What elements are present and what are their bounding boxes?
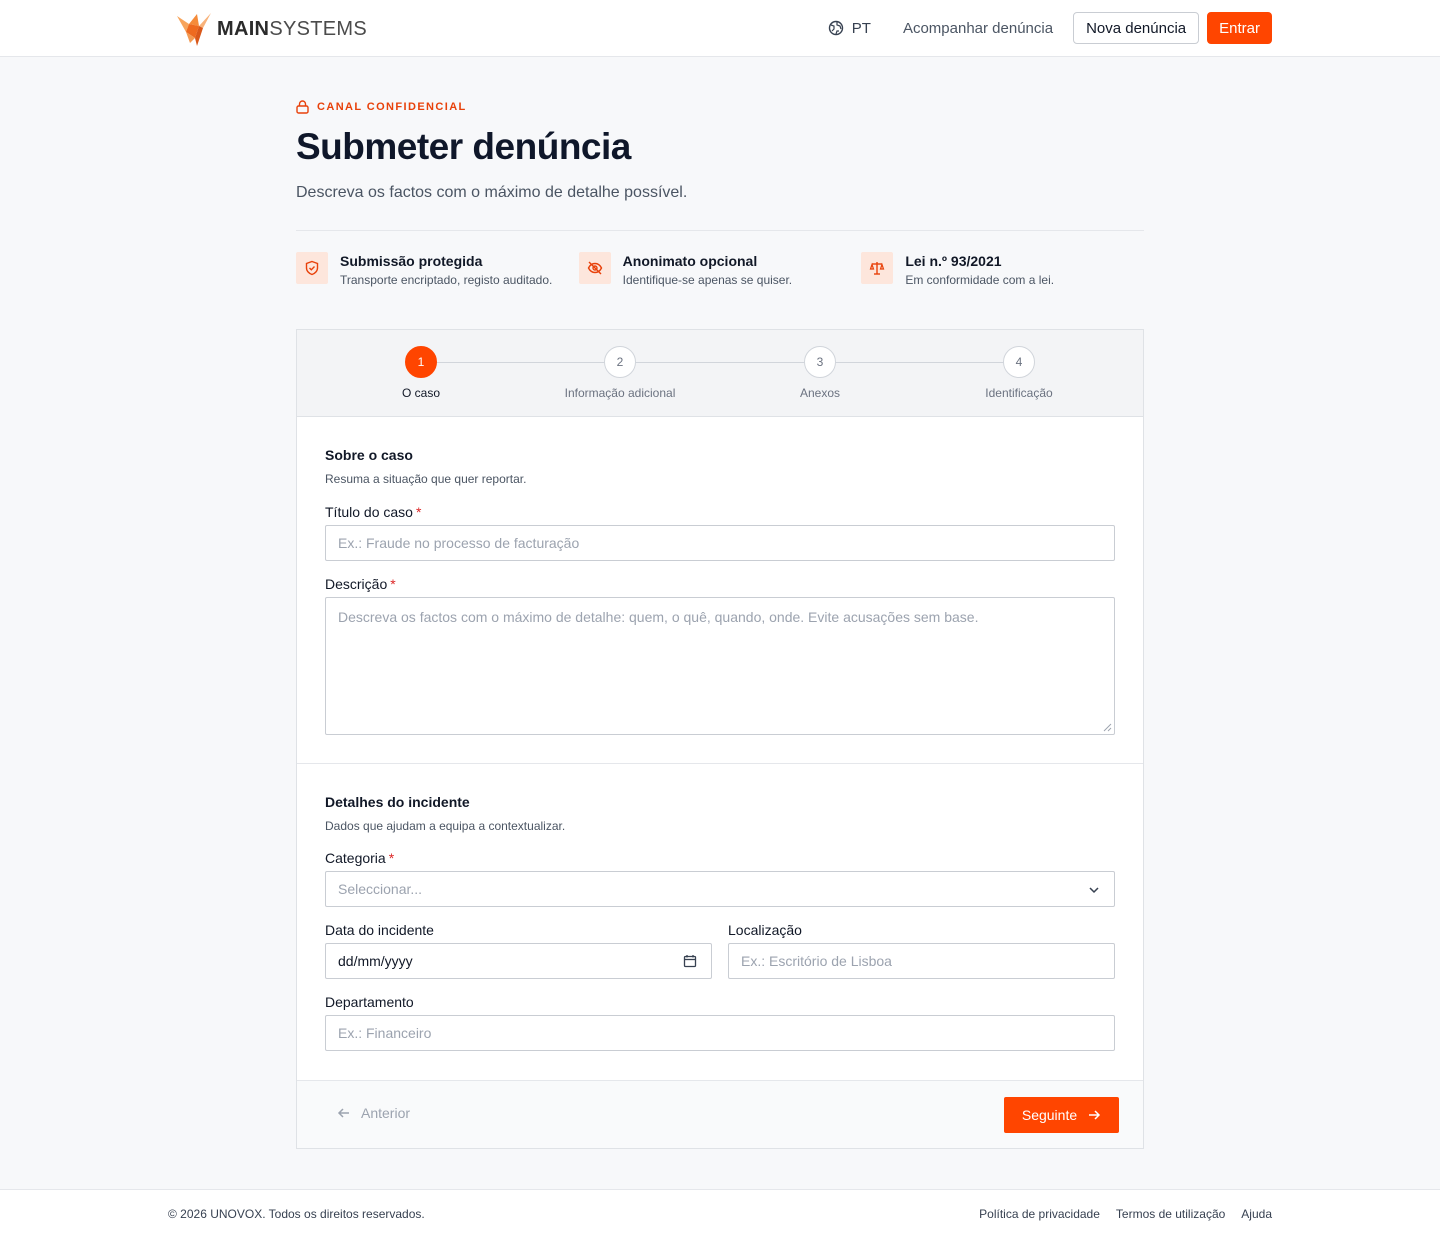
description-label: Descrição * [325,576,396,592]
step-label: O caso [401,386,440,400]
location-label: Localização [728,922,802,938]
stepper-connector-line [437,362,1005,363]
step-case[interactable]: 1 O caso [341,346,501,400]
features-row: Submissão protegida Transporte encriptad… [296,252,1144,287]
shield-check-icon [305,260,319,276]
case-title-placeholder: Ex.: Fraude no processo de facturação [338,535,580,551]
page-subtitle: Descreva os factos com o máximo de detal… [296,184,688,201]
case-section-title: Sobre o caso [325,447,413,463]
feature-protected-submission: Submissão protegida Transporte encriptad… [296,252,579,287]
category-select[interactable]: Seleccionar... [325,871,1115,907]
form-actions-bar: Anterior Seguinte [297,1080,1143,1148]
required-asterisk: * [415,504,422,520]
language-code: PT [851,19,871,37]
top-nav: PT Acompanhar denúncia Nova denúncia Ent… [828,12,1272,44]
track-report-link[interactable]: Acompanhar denúncia [903,20,1053,37]
category-label: Categoria * [325,850,395,866]
arrow-left-icon [337,1108,349,1118]
arrow-right-icon [1089,1110,1101,1120]
help-link[interactable]: Ajuda [1241,1207,1272,1221]
department-input[interactable]: Ex.: Financeiro [325,1015,1115,1051]
login-button[interactable]: Entrar [1207,12,1272,44]
lock-icon [296,100,309,114]
logo-text-systems: SYSTEMS [269,18,367,40]
intro-divider [296,230,1144,231]
bird-logo-icon [177,13,211,46]
page-title: Submeter denúncia [296,126,631,167]
confidential-channel-eyebrow: CANAL CONFIDENCIAL [296,100,467,114]
mainsystems-logo[interactable]: MAINSYSTEMS [177,12,367,46]
feature-description: Em conformidade com a lei. [905,273,1055,287]
department-placeholder: Ex.: Financeiro [338,1025,432,1041]
previous-label: Anterior [361,1105,411,1121]
step-number: 4 [1003,346,1035,378]
step-number: 3 [804,346,836,378]
required-asterisk: * [388,850,395,866]
case-title-label: Título do caso * [325,504,422,520]
chevron-down-icon [1089,887,1099,894]
logo-text-main: MAIN [217,18,270,40]
new-report-button[interactable]: Nova denúncia [1073,12,1200,44]
step-label: Anexos [799,386,841,400]
step-identification[interactable]: 4 Identificação [939,346,1099,400]
resize-grip-icon[interactable] [1103,723,1112,732]
case-title-input[interactable]: Ex.: Fraude no processo de facturação [325,525,1115,561]
step-number: 1 [405,346,437,378]
incident-section-description: Dados que ajudam a equipa a contextualiz… [325,819,566,833]
location-input[interactable]: Ex.: Escritório de Lisboa [728,943,1115,979]
department-label: Departamento [325,994,414,1010]
feature-title: Lei n.º 93/2021 [905,253,1002,269]
step-label: Informação adicional [564,386,676,400]
category-placeholder: Seleccionar... [338,881,423,897]
description-textarea[interactable]: Descreva os factos com o máximo de detal… [325,597,1115,735]
calendar-icon[interactable] [683,954,697,968]
incident-section-title: Detalhes do incidente [325,794,470,810]
previous-button[interactable]: Anterior [337,1105,410,1121]
eye-off-icon [587,261,602,275]
terms-of-use-link[interactable]: Termos de utilização [1116,1207,1225,1221]
eyebrow-text: CANAL CONFIDENCIAL [317,101,467,113]
feature-title: Anonimato opcional [622,253,758,269]
step-number: 2 [604,346,636,378]
feature-description: Identifique-se apenas se quiser. [622,273,793,287]
language-switcher[interactable]: PT [828,20,871,37]
case-section-description: Resuma a situação que quer reportar. [325,472,527,486]
privacy-policy-link[interactable]: Política de privacidade [979,1207,1100,1221]
form-stepper: 1 O caso 2 Informação adicional 3 Anexos… [297,330,1143,417]
required-asterisk: * [390,576,396,592]
incident-date-input[interactable]: dd/mm/yyyy [325,943,712,979]
feature-title: Submissão protegida [340,253,483,269]
top-header: MAINSYSTEMS PT Acompanhar denúncia Nova … [0,0,1440,57]
footer-links: Política de privacidade Termos de utiliz… [963,1207,1272,1221]
page-footer: © 2026 UNOVOX. Todos os direitos reserva… [0,1189,1440,1238]
step-additional-info[interactable]: 2 Informação adicional [540,346,700,400]
description-placeholder: Descreva os factos com o máximo de detal… [338,609,979,625]
date-value: dd/mm/yyyy [338,953,413,969]
report-form-card: 1 O caso 2 Informação adicional 3 Anexos… [296,329,1144,1149]
globe-icon [828,20,843,36]
incident-date-label: Data do incidente [325,922,434,938]
location-placeholder: Ex.: Escritório de Lisboa [741,953,892,969]
feature-optional-anonymity: Anonimato opcional Identifique-se apenas… [578,252,862,287]
feature-law-compliance: Lei n.º 93/2021 Em conformidade com a le… [861,252,1144,287]
next-button[interactable]: Seguinte [1004,1097,1119,1133]
scale-icon [870,262,885,275]
step-label: Identificação [985,386,1053,400]
next-label: Seguinte [1021,1107,1078,1123]
feature-description: Transporte encriptado, registo auditado. [340,273,553,287]
section-separator [297,763,1143,764]
step-attachments[interactable]: 3 Anexos [740,346,900,400]
copyright-text: © 2026 UNOVOX. Todos os direitos reserva… [168,1207,425,1221]
